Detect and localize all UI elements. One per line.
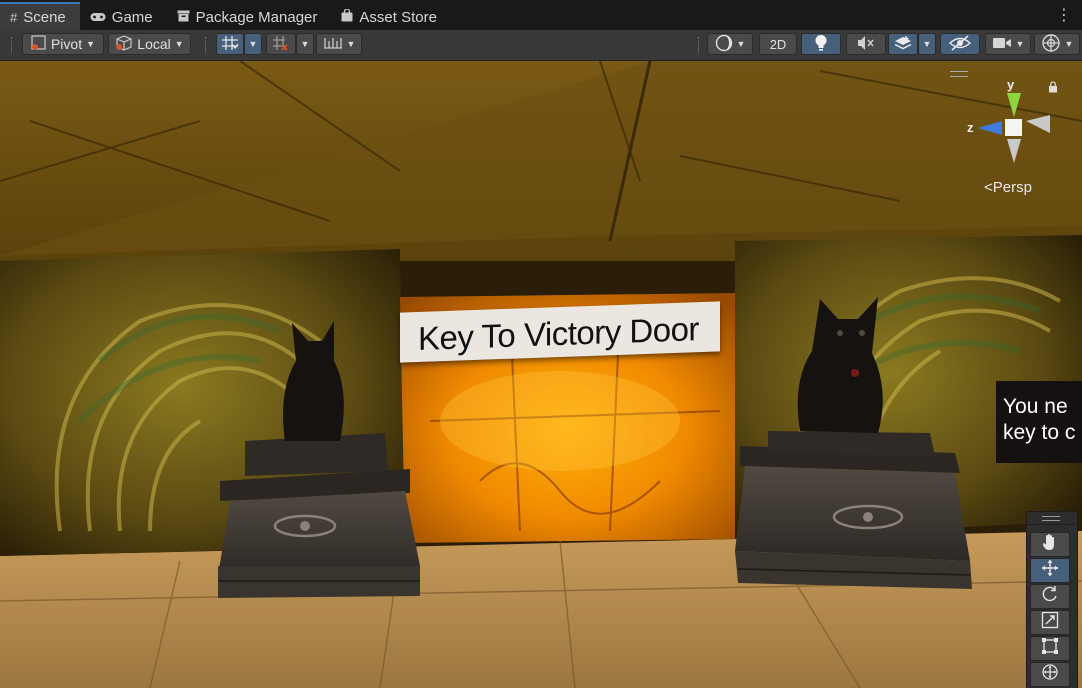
- chevron-down-icon: ▼: [736, 39, 746, 49]
- shading-mode-icon: [715, 34, 733, 55]
- toolbar-grip: [698, 37, 701, 53]
- pivot-dropdown[interactable]: Pivot ▼: [22, 33, 104, 55]
- increment-snap-dropdown[interactable]: ▼: [296, 33, 314, 55]
- scale-tool-icon: [1041, 611, 1059, 634]
- tab-label: Package Manager: [195, 8, 318, 26]
- transform-tool-icon: [1041, 663, 1059, 686]
- toolbar-grip: [205, 37, 208, 53]
- package-icon: [177, 10, 190, 25]
- tab-asset-store[interactable]: Asset Store: [331, 4, 451, 30]
- effects-dropdown[interactable]: ▼: [918, 33, 936, 55]
- tab-label: Asset Store: [359, 8, 437, 26]
- chevron-down-icon: ▼: [300, 39, 310, 49]
- scene-toolbar: Pivot ▼ Local ▼ ▼ ▼ ▼ ▼ 2D ▼ ▼ ▼: [0, 30, 1082, 61]
- chevron-left-icon: <: [984, 179, 993, 196]
- layers-icon: [894, 35, 912, 54]
- z-axis-label: z: [967, 120, 974, 135]
- tab-package-manager[interactable]: Package Manager: [167, 4, 332, 30]
- move-tool-icon: [1041, 559, 1059, 582]
- effects-toggle[interactable]: [888, 33, 918, 55]
- projection-toggle[interactable]: <Persp: [984, 179, 1032, 196]
- scale-tool-button[interactable]: [1030, 610, 1070, 635]
- lighting-toggle[interactable]: [801, 33, 841, 55]
- audio-toggle[interactable]: [846, 33, 886, 55]
- grid-snap-icon: [221, 35, 239, 54]
- chevron-down-icon: ▼: [1015, 39, 1025, 49]
- 2d-label: 2D: [769, 36, 787, 52]
- chevron-down-icon: ▼: [922, 39, 932, 49]
- axis-gizmo-icon: [978, 93, 1050, 163]
- grid-icon: #: [10, 9, 18, 25]
- projection-label: Persp: [992, 179, 1032, 196]
- tab-label: Game: [111, 8, 153, 26]
- ruler-icon: [323, 36, 343, 53]
- rect-tool-icon: [1041, 637, 1059, 660]
- pivot-icon: [31, 34, 47, 54]
- rotate-tool-button[interactable]: [1030, 584, 1070, 609]
- tools-drag-handle[interactable]: [1027, 512, 1077, 525]
- y-axis-label: y: [1007, 77, 1015, 92]
- orientation-gizmo[interactable]: y z <Persp: [950, 69, 1070, 199]
- tools-overlay: [1026, 511, 1078, 688]
- gizmo-globe-icon: [1041, 33, 1061, 56]
- scene-viewport[interactable]: Key To Victory Door You ne key to c y z …: [0, 61, 1082, 688]
- draw-mode-dropdown[interactable]: ▼: [707, 33, 753, 55]
- tab-scene[interactable]: # Scene: [0, 2, 80, 30]
- local-label: Local: [137, 36, 171, 52]
- snap-settings-dropdown[interactable]: ▼: [316, 33, 362, 55]
- increment-snap-icon: [272, 35, 290, 54]
- more-options-icon[interactable]: ⋮: [1056, 5, 1072, 25]
- transform-tool-button[interactable]: [1030, 662, 1070, 687]
- grid-snap-dropdown[interactable]: ▼: [244, 33, 262, 55]
- move-tool-button[interactable]: [1030, 558, 1070, 583]
- local-space-icon: [115, 34, 133, 54]
- toolbar-grip: [11, 37, 14, 53]
- gamepad-icon: [90, 10, 106, 25]
- camera-settings-dropdown[interactable]: ▼: [985, 33, 1031, 55]
- eye-slash-icon: [948, 34, 972, 54]
- rotate-tool-icon: [1041, 585, 1059, 608]
- chevron-down-icon: ▼: [174, 39, 184, 49]
- tab-bar: # Scene Game Package Manager Asset Store…: [0, 0, 1082, 31]
- gizmos-dropdown[interactable]: ▼: [1034, 33, 1080, 55]
- sign-text: Key To Victory Door: [418, 310, 699, 357]
- chevron-down-icon: ▼: [248, 39, 258, 49]
- chevron-down-icon: ▼: [86, 39, 96, 49]
- lightbulb-icon: [814, 34, 828, 55]
- increment-snap-toggle[interactable]: [266, 33, 296, 55]
- local-dropdown[interactable]: Local ▼: [108, 33, 191, 55]
- scene-visibility-toggle[interactable]: [940, 33, 980, 55]
- info-panel-sign: You ne key to c: [996, 381, 1082, 463]
- tab-game[interactable]: Game: [80, 4, 167, 30]
- mute-icon: [857, 35, 875, 54]
- camera-icon: [992, 36, 1012, 53]
- chevron-down-icon: ▼: [1064, 39, 1074, 49]
- store-bag-icon: [341, 8, 353, 25]
- scene-render: [0, 61, 1082, 688]
- info-text-line1: You ne: [1003, 395, 1068, 418]
- grid-snapping-toggle[interactable]: [216, 33, 244, 55]
- pivot-label: Pivot: [50, 36, 83, 52]
- 2d-toggle[interactable]: 2D: [759, 33, 797, 55]
- chevron-down-icon: ▼: [346, 39, 356, 49]
- hand-tool-icon: [1042, 533, 1058, 556]
- tab-label: Scene: [23, 8, 66, 26]
- rect-tool-button[interactable]: [1030, 636, 1070, 661]
- hand-tool-button[interactable]: [1030, 532, 1070, 557]
- info-text-line2: key to c: [1003, 421, 1076, 444]
